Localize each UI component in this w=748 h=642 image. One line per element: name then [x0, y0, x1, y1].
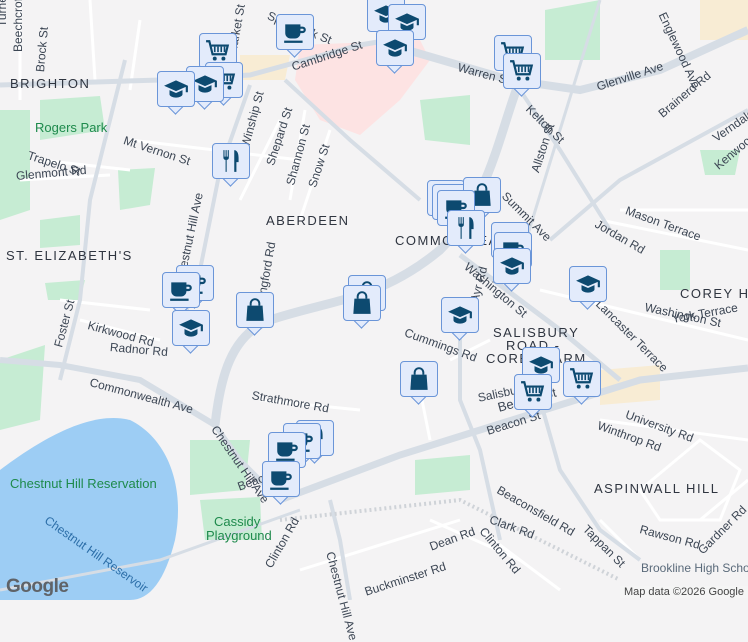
neighborhood-label: COREY HILL — [680, 286, 748, 301]
school-icon — [172, 310, 210, 346]
school-marker[interactable] — [441, 297, 479, 341]
restaurant-icon — [212, 143, 250, 179]
restaurant-marker[interactable] — [447, 210, 485, 254]
cart-icon — [514, 374, 552, 410]
school-icon — [569, 266, 607, 302]
park-label: Chestnut Hill Reservation — [10, 476, 157, 491]
cart-marker[interactable] — [503, 53, 541, 97]
coffee-icon — [276, 14, 314, 50]
school-marker[interactable] — [157, 71, 195, 115]
park-label: Playground — [206, 528, 272, 543]
bag-marker[interactable] — [400, 361, 438, 405]
bag-marker[interactable] — [343, 285, 381, 329]
cart-icon — [563, 361, 601, 397]
street-label: Turner St — [0, 0, 9, 27]
neighborhood-label: ST. ELIZABETH'S — [6, 248, 133, 263]
park-label: Cassidy — [214, 514, 261, 529]
restaurant-marker[interactable] — [212, 143, 250, 187]
restaurant-icon — [447, 210, 485, 246]
school-marker[interactable] — [376, 30, 414, 74]
place-label: Brookline High School — [641, 561, 748, 575]
bag-icon — [343, 285, 381, 321]
neighborhood-label: ABERDEEN — [266, 213, 350, 228]
park-label: Rogers Park — [35, 120, 108, 135]
school-icon — [441, 297, 479, 333]
bag-icon — [236, 292, 274, 328]
bag-marker[interactable] — [236, 292, 274, 336]
cart-marker[interactable] — [563, 361, 601, 405]
coffee-icon — [162, 272, 200, 308]
coffee-marker[interactable] — [262, 461, 300, 505]
bag-icon — [400, 361, 438, 397]
school-marker[interactable] — [493, 248, 531, 292]
school-icon — [376, 30, 414, 66]
school-marker[interactable] — [569, 266, 607, 310]
neighborhood-label: ASPINWALL HILL — [594, 481, 720, 496]
map-attribution[interactable]: Map data ©2026 Google — [619, 586, 748, 598]
coffee-icon — [262, 461, 300, 497]
school-icon — [493, 248, 531, 284]
school-marker[interactable] — [172, 310, 210, 354]
coffee-marker[interactable] — [276, 14, 314, 58]
cart-icon — [503, 53, 541, 89]
google-logo[interactable]: Google — [6, 576, 69, 598]
street-label: Beechcroft St — [11, 0, 25, 52]
school-icon — [157, 71, 195, 107]
cart-marker[interactable] — [514, 374, 552, 418]
neighborhood-label: BRIGHTON — [10, 76, 91, 91]
